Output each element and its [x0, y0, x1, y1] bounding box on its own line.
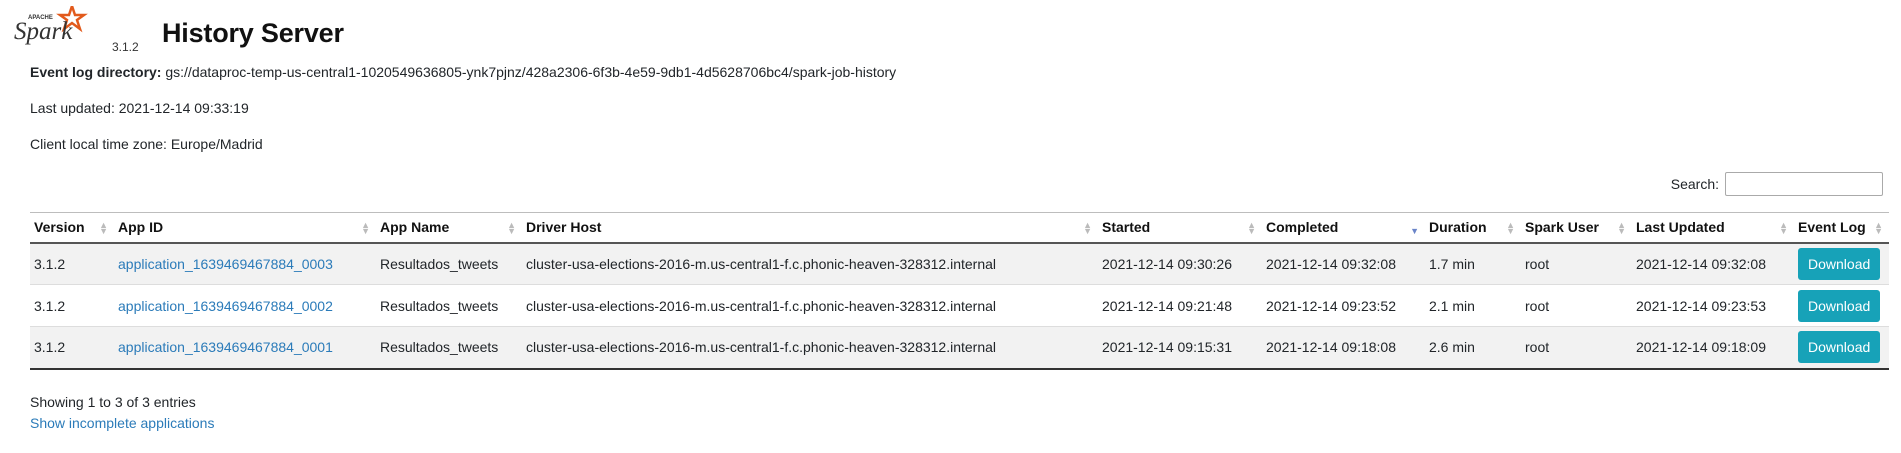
table-header-row: Version ▲ ▼ App ID ▲ ▼ App Name ▲ ▼ Driver Hos… — [30, 212, 1889, 244]
search-label: Search: — [1670, 176, 1719, 192]
applications-table: Version ▲ ▼ App ID ▲ ▼ App Name ▲ ▼ Driver Hos… — [30, 212, 1889, 370]
cell-version: 3.1.2 — [30, 284, 114, 327]
table-row: 3.1.2 application_1639469467884_0002 Res… — [30, 284, 1889, 327]
app-id-link[interactable]: application_1639469467884_0003 — [118, 256, 333, 272]
sort-icon: ▲ ▼ — [99, 220, 108, 236]
column-header-app-name[interactable]: App Name ▲ ▼ — [376, 212, 522, 244]
cell-duration: 2.1 min — [1425, 284, 1521, 327]
cell-last-updated: 2021-12-14 09:32:08 — [1632, 242, 1794, 285]
sort-desc-icon: ▼ — [1410, 226, 1419, 236]
incomplete-link-wrapper: Show incomplete applications — [30, 415, 214, 431]
table-row: 3.1.2 application_1639469467884_0003 Res… — [30, 242, 1889, 285]
spark-version: 3.1.2 — [112, 40, 139, 54]
cell-duration: 1.7 min — [1425, 242, 1521, 285]
column-header-event-log[interactable]: Event Log ▲ ▼ — [1794, 212, 1889, 244]
cell-event-log: Download — [1794, 242, 1889, 285]
sort-icon: ▲ ▼ — [1083, 220, 1092, 236]
cell-app-id: application_1639469467884_0001 — [114, 326, 376, 370]
showing-entries: Showing 1 to 3 of 3 entries — [30, 394, 196, 410]
cell-driver-host: cluster-usa-elections-2016-m.us-central1… — [522, 242, 1098, 285]
column-header-app-id[interactable]: App ID ▲ ▼ — [114, 212, 376, 244]
app-id-link[interactable]: application_1639469467884_0002 — [118, 298, 333, 314]
download-button[interactable]: Download — [1798, 331, 1881, 364]
app-id-link[interactable]: application_1639469467884_0001 — [118, 339, 333, 355]
show-incomplete-link[interactable]: Show incomplete applications — [30, 415, 214, 431]
cell-spark-user: root — [1521, 284, 1632, 327]
cell-version: 3.1.2 — [30, 326, 114, 370]
column-header-started[interactable]: Started ▲ ▼ — [1098, 212, 1262, 244]
cell-started: 2021-12-14 09:15:31 — [1098, 326, 1262, 370]
cell-completed: 2021-12-14 09:23:52 — [1262, 284, 1425, 327]
cell-started: 2021-12-14 09:21:48 — [1098, 284, 1262, 327]
svg-text:Spark: Spark — [14, 18, 73, 45]
sort-icon: ▲ ▼ — [507, 220, 516, 236]
column-header-duration[interactable]: Duration ▲ ▼ — [1425, 212, 1521, 244]
column-header-version[interactable]: Version ▲ ▼ — [30, 212, 114, 244]
sort-icon: ▲ ▼ — [1779, 220, 1788, 236]
column-header-driver-host[interactable]: Driver Host ▲ ▼ — [522, 212, 1098, 244]
cell-driver-host: cluster-usa-elections-2016-m.us-central1… — [522, 326, 1098, 370]
sort-icon: ▲ ▼ — [361, 220, 370, 236]
download-button[interactable]: Download — [1798, 247, 1881, 280]
sort-icon: ▲ ▼ — [1874, 220, 1883, 236]
cell-event-log: Download — [1794, 284, 1889, 327]
sort-icon: ▲ ▼ — [1247, 220, 1256, 236]
event-log-value: gs://dataproc-temp-us-central1-102054963… — [165, 64, 897, 80]
sort-icon: ▲ ▼ — [1617, 220, 1626, 236]
cell-app-name: Resultados_tweets — [376, 326, 522, 370]
column-header-last-updated[interactable]: Last Updated ▲ ▼ — [1632, 212, 1794, 244]
cell-completed: 2021-12-14 09:32:08 — [1262, 242, 1425, 285]
cell-spark-user: root — [1521, 242, 1632, 285]
cell-app-id: application_1639469467884_0002 — [114, 284, 376, 327]
sort-icon: ▲ ▼ — [1506, 220, 1515, 236]
search-input[interactable] — [1725, 172, 1883, 196]
column-header-completed[interactable]: Completed ▼ — [1262, 212, 1425, 244]
search-box: Search: — [1671, 172, 1883, 196]
page-header: APACHE Spark 3.1.2 History Server — [14, 2, 814, 54]
cell-spark-user: root — [1521, 326, 1632, 370]
download-button[interactable]: Download — [1798, 289, 1881, 322]
event-log-directory: Event log directory: gs://dataproc-temp-… — [30, 64, 896, 80]
last-updated: Last updated: 2021-12-14 09:33:19 — [30, 100, 249, 116]
cell-app-name: Resultados_tweets — [376, 284, 522, 327]
cell-app-name: Resultados_tweets — [376, 242, 522, 285]
cell-last-updated: 2021-12-14 09:23:53 — [1632, 284, 1794, 327]
table-row: 3.1.2 application_1639469467884_0001 Res… — [30, 326, 1889, 370]
cell-driver-host: cluster-usa-elections-2016-m.us-central1… — [522, 284, 1098, 327]
cell-completed: 2021-12-14 09:18:08 — [1262, 326, 1425, 370]
page-title: History Server — [162, 18, 344, 48]
spark-logo[interactable]: APACHE Spark — [14, 2, 114, 50]
cell-last-updated: 2021-12-14 09:18:09 — [1632, 326, 1794, 370]
client-timezone: Client local time zone: Europe/Madrid — [30, 136, 263, 152]
cell-duration: 2.6 min — [1425, 326, 1521, 370]
column-header-spark-user[interactable]: Spark User ▲ ▼ — [1521, 212, 1632, 244]
cell-app-id: application_1639469467884_0003 — [114, 242, 376, 285]
event-log-label: Event log directory: — [30, 64, 162, 80]
cell-event-log: Download — [1794, 326, 1889, 370]
cell-started: 2021-12-14 09:30:26 — [1098, 242, 1262, 285]
cell-version: 3.1.2 — [30, 242, 114, 285]
